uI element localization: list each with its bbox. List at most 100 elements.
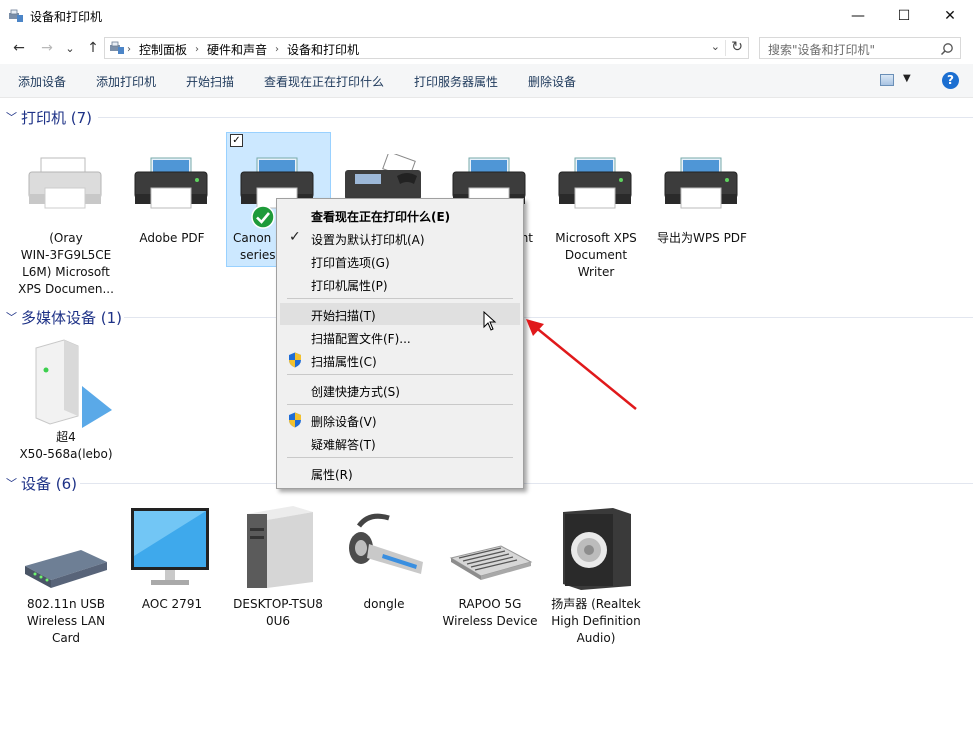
device-label-line: Card (51, 631, 81, 645)
maximize-button[interactable]: ☐ (881, 0, 927, 32)
media-item-lebo[interactable]: 超4 X50-568a(lebo) (14, 336, 118, 466)
uac-shield-icon (289, 412, 301, 428)
menu-item-printer-properties[interactable]: 打印机属性(P) (280, 273, 520, 295)
menu-item-scan-properties[interactable]: 扫描属性(C) (280, 349, 520, 371)
up-button[interactable]: ↑ (82, 38, 104, 58)
devices-and-printers-window: 设备和打印机 — ☐ ✕ ← → ⌄ ↑ › 控制面板 › 硬件和声音 › 设备… (0, 0, 973, 730)
device-label-line: 扬声器 (Realtek (551, 597, 641, 611)
menu-separator (287, 298, 513, 299)
start-scan-button[interactable]: 开始扫描 (186, 73, 234, 90)
device-label-line: High Definition (551, 614, 641, 628)
printers-group-title: 打印机 (7) (21, 109, 93, 127)
printers-group-header[interactable]: ﹀ 打印机 (7) (0, 107, 973, 129)
menu-item-properties[interactable]: 属性(R) (280, 462, 520, 484)
device-label: AOC 2791 (141, 597, 203, 611)
remove-device-button[interactable]: 删除设备 (528, 73, 576, 90)
back-button[interactable]: ← (8, 38, 30, 58)
menu-item-printing-preferences[interactable]: 打印首选项(G) (280, 250, 520, 272)
control-panel-icon (110, 41, 124, 54)
refresh-icon[interactable]: ↻ (731, 39, 743, 55)
collapse-chevron-icon[interactable]: ﹀ (6, 109, 17, 125)
printer-label-line: XPS Documen... (18, 282, 114, 296)
window-title: 设备和打印机 (30, 10, 103, 24)
printer-item-oray-xps[interactable]: (Oray WIN-3FG9L5CE L6M) Microsoft XPS Do… (14, 150, 118, 300)
printer-icon (558, 157, 632, 209)
annotation-arrow-icon (526, 319, 637, 410)
menu-item-set-default[interactable]: ✓ 设置为默认打印机(A) (280, 227, 520, 249)
checkmark-icon: ✓ (289, 229, 301, 245)
item-select-checkbox[interactable]: ✓ (230, 134, 243, 147)
keyboard-icon (449, 545, 533, 580)
devices-group-title: 设备 (6) (21, 475, 78, 493)
printer-item-microsoft-xps[interactable]: Microsoft XPS Document Writer (544, 150, 648, 284)
device-label-line: RAPOO 5G (458, 597, 522, 611)
change-view-icon[interactable] (880, 74, 894, 86)
close-button[interactable]: ✕ (927, 0, 973, 32)
menu-item-remove-device[interactable]: 删除设备(V) (280, 409, 520, 431)
device-label-line: Audio) (576, 631, 616, 645)
title-bar: 设备和打印机 — ☐ ✕ (0, 0, 973, 32)
bluetooth-headset-icon (349, 513, 423, 574)
breadcrumb-separator[interactable]: › (127, 44, 131, 55)
printer-label-line: Writer (577, 265, 615, 279)
device-item-wlan-card[interactable]: 802.11n USB Wireless LAN Card (14, 506, 118, 646)
recent-locations-dropdown[interactable]: ⌄ (62, 38, 78, 58)
printer-label-line: (Oray (49, 231, 83, 245)
monitor-icon (131, 508, 209, 585)
breadcrumb-hardware-sound[interactable]: 硬件和声音 (207, 41, 267, 58)
device-label-line: Wireless LAN (26, 614, 106, 628)
print-server-properties-button[interactable]: 打印服务器属性 (414, 73, 498, 90)
printer-icon (134, 157, 208, 209)
forward-button[interactable]: → (36, 38, 58, 58)
address-bar[interactable]: › 控制面板 › 硬件和声音 › 设备和打印机 ⌄ ↻ (104, 37, 749, 59)
printer-icon (28, 157, 102, 209)
menu-separator (287, 374, 513, 375)
printer-label-line: Document (564, 248, 628, 262)
command-bar: 添加设备 添加打印机 开始扫描 查看现在正在打印什么 打印服务器属性 删除设备 … (0, 64, 973, 98)
device-item-rapoo[interactable]: RAPOO 5G Wireless Device (438, 506, 542, 636)
see-whats-printing-button[interactable]: 查看现在正在打印什么 (264, 73, 384, 90)
printer-item-wps-pdf[interactable]: 导出为WPS PDF (650, 150, 754, 250)
collapse-chevron-icon[interactable]: ﹀ (6, 475, 17, 491)
add-printer-button[interactable]: 添加打印机 (96, 73, 156, 90)
minimize-button[interactable]: — (835, 0, 881, 32)
menu-item-see-whats-printing[interactable]: 查看现在正在打印什么(E) (280, 204, 520, 226)
default-printer-check-icon (251, 205, 275, 229)
group-divider (98, 117, 973, 118)
media-group-title: 多媒体设备 (1) (21, 309, 123, 327)
context-menu: 查看现在正在打印什么(E) ✓ 设置为默认打印机(A) 打印首选项(G) 打印机… (276, 198, 524, 489)
view-options-dropdown[interactable]: ▼ (903, 73, 911, 84)
devices-printers-app-icon (9, 9, 23, 22)
breadcrumb-control-panel[interactable]: 控制面板 (139, 41, 187, 58)
menu-item-create-shortcut[interactable]: 创建快捷方式(S) (280, 379, 520, 401)
help-icon[interactable]: ? (942, 72, 959, 89)
fax-icon (345, 154, 421, 200)
printer-label: 导出为WPS PDF (657, 231, 747, 245)
device-item-monitor[interactable]: AOC 2791 (120, 506, 224, 616)
printer-label-line: Microsoft XPS (555, 231, 637, 245)
media-label-line: X50-568a(lebo) (19, 447, 113, 461)
address-history-dropdown[interactable]: ⌄ (711, 40, 720, 53)
add-device-button[interactable]: 添加设备 (18, 73, 66, 90)
printer-label: Adobe PDF (139, 231, 205, 245)
device-item-desktop[interactable]: DESKTOP-TSU8 0U6 (226, 506, 330, 636)
breadcrumb-separator[interactable]: › (275, 44, 279, 55)
device-item-dongle[interactable]: dongle (332, 506, 436, 616)
uac-shield-icon (289, 352, 301, 368)
search-icon[interactable] (940, 42, 954, 56)
speaker-icon (563, 508, 631, 590)
device-label-line: 802.11n USB (26, 597, 106, 611)
collapse-chevron-icon[interactable]: ﹀ (6, 309, 17, 325)
breadcrumb-separator[interactable]: › (195, 44, 199, 55)
printer-icon (664, 157, 738, 209)
address-divider (725, 40, 726, 56)
network-adapter-icon (25, 550, 107, 588)
search-placeholder: 搜索"设备和打印机" (768, 43, 876, 57)
breadcrumb-devices-printers[interactable]: 设备和打印机 (287, 41, 359, 58)
menu-item-troubleshoot[interactable]: 疑难解答(T) (280, 432, 520, 454)
printer-item-adobe-pdf[interactable]: Adobe PDF (120, 150, 224, 250)
search-input[interactable]: 搜索"设备和打印机" (759, 37, 961, 59)
media-server-icon (35, 339, 112, 428)
navigation-bar: ← → ⌄ ↑ › 控制面板 › 硬件和声音 › 设备和打印机 ⌄ ↻ 搜索"设… (0, 32, 973, 64)
device-item-speaker[interactable]: 扬声器 (Realtek High Definition Audio) (544, 506, 648, 646)
